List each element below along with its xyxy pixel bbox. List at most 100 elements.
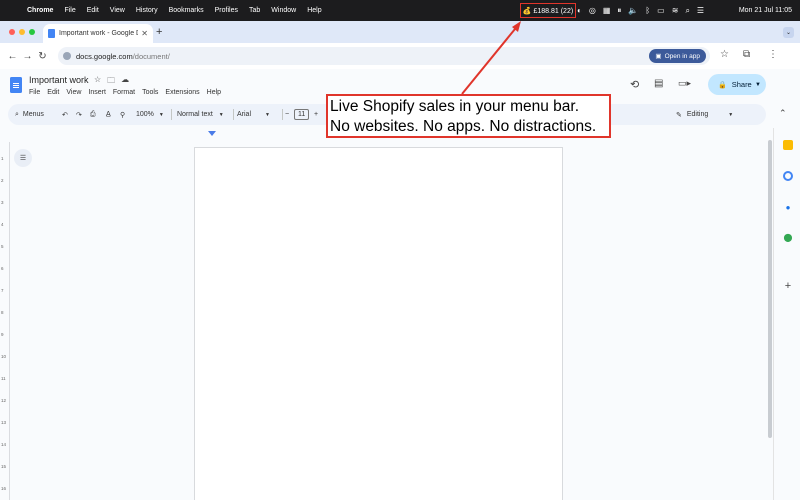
paint-format-icon[interactable]: ⚲ (120, 104, 125, 125)
indent-marker[interactable] (208, 131, 216, 136)
spellcheck-icon[interactable]: A̲ (106, 104, 111, 125)
url-path: /document/ (132, 51, 170, 61)
ruler-number: 4 (1, 222, 4, 227)
scrollbar-thumb[interactable] (768, 140, 772, 438)
editing-mode-select[interactable]: ✎ Editing ▼ (676, 104, 733, 125)
shopify-sales-widget[interactable]: 💰 £188.81 (22) (520, 3, 576, 18)
docs-menu-help[interactable]: Help (207, 89, 221, 96)
move-folder-icon[interactable]: 🗀 (107, 75, 115, 89)
ruler-number: 13 (1, 420, 7, 425)
menu-help[interactable]: Help (307, 7, 321, 14)
increase-font-size-button[interactable]: + (314, 104, 318, 125)
docs-menu-file[interactable]: File (29, 89, 40, 96)
open-in-app-button[interactable]: ▣ Open in app (649, 49, 706, 63)
menu-edit[interactable]: Edit (87, 7, 99, 14)
menu-app-name[interactable]: Chrome (27, 7, 53, 14)
site-info-icon[interactable] (63, 52, 71, 60)
battery-icon[interactable]: ▭ (657, 6, 665, 15)
new-tab-button[interactable]: + (156, 26, 162, 38)
ruler-number: 2 (1, 178, 4, 183)
bluetooth-icon[interactable]: ᛒ (645, 6, 650, 15)
chevron-down-icon: ▼ (218, 111, 224, 118)
pause-icon[interactable]: ⏸ (617, 6, 621, 16)
tasks-icon[interactable] (783, 171, 793, 181)
menu-bookmarks[interactable]: Bookmarks (169, 7, 204, 14)
docs-menu-insert[interactable]: Insert (88, 89, 106, 96)
docs-logo-icon[interactable] (10, 77, 22, 93)
font-select[interactable]: Arial ▼ (237, 104, 270, 125)
document-outline-icon[interactable]: ☰ (14, 149, 32, 167)
collapse-menus-icon[interactable]: ⌃ (779, 108, 787, 119)
browser-tab[interactable]: Important work - Google Docs ✕ (43, 24, 153, 43)
document-title[interactable]: Important work (29, 75, 89, 85)
reload-icon[interactable]: ↻ (35, 51, 50, 62)
wifi-icon[interactable]: ≋ (672, 6, 679, 15)
zoom-window-button[interactable] (29, 29, 35, 35)
share-dropdown-icon[interactable]: ▼ (755, 82, 761, 88)
font-size-field[interactable]: 11 (294, 104, 310, 125)
menu-file[interactable]: File (64, 7, 75, 14)
print-icon[interactable]: ⎙ (90, 104, 96, 125)
paragraph-style-select[interactable]: Normal text ▼ (177, 104, 224, 125)
extensions-icon[interactable]: ⧉ (743, 49, 750, 60)
omnibox[interactable]: docs.google.com /document/ ▣ Open in app (58, 47, 710, 65)
contacts-icon[interactable]: ● (783, 202, 793, 212)
back-icon[interactable]: ← (5, 51, 20, 62)
ruler-number: 5 (1, 244, 4, 249)
lock-icon: 🔒 (718, 81, 727, 89)
docs-menu-tools[interactable]: Tools (142, 89, 158, 96)
redo-icon[interactable]: ↷ (76, 104, 82, 125)
app-icon: ▣ (655, 53, 662, 60)
meet-video-icon[interactable]: ▭▸ (678, 78, 691, 89)
menu-tab[interactable]: Tab (249, 7, 260, 14)
sales-widget-text: 💰 £188.81 (22) (522, 7, 574, 15)
cloud-saved-icon[interactable]: ☁ (121, 75, 129, 89)
maps-icon[interactable]: ⬤ (783, 232, 793, 242)
target-icon[interactable]: ◎ (589, 6, 596, 15)
ruler-number: 9 (1, 332, 4, 337)
menu-view[interactable]: View (110, 7, 125, 14)
toolbar-divider (233, 109, 234, 120)
add-ons-plus-icon[interactable]: + (783, 280, 793, 292)
comments-icon[interactable]: ▤ (654, 78, 663, 89)
browser-menu-icon[interactable]: ⋮ (768, 49, 778, 60)
menus-search-button[interactable]: ⌕ Menus (15, 104, 44, 125)
docs-menu-view[interactable]: View (66, 89, 81, 96)
forward-icon[interactable]: → (20, 51, 35, 62)
menu-profiles[interactable]: Profiles (215, 7, 238, 14)
version-history-icon[interactable]: ⟲ (630, 78, 639, 91)
keep-icon[interactable] (783, 140, 793, 150)
ruler-number: 3 (1, 200, 4, 205)
menu-clock[interactable]: Mon 21 Jul 11:05 (739, 0, 792, 21)
menu-window[interactable]: Window (271, 7, 296, 14)
menu-history[interactable]: History (136, 7, 158, 14)
decrease-font-size-button[interactable]: − (285, 104, 289, 125)
undo-icon[interactable]: ↶ (62, 104, 68, 125)
open-in-app-label: Open in app (664, 52, 700, 60)
zoom-select[interactable]: 100% ▼ (136, 104, 164, 125)
control-center-icon[interactable]: ☰ (697, 6, 704, 15)
document-page[interactable] (194, 147, 563, 500)
toolbar-divider (282, 109, 283, 120)
style-value: Normal text (177, 111, 213, 118)
ruler-number: 1 (1, 156, 4, 161)
ruler-number: 12 (1, 398, 7, 403)
close-tab-icon[interactable]: ✕ (141, 29, 148, 38)
share-button[interactable]: 🔒 Share ▼ (708, 74, 766, 95)
minimize-window-button[interactable] (19, 29, 25, 35)
chevron-down-icon: ▼ (728, 111, 734, 118)
bookmark-star-icon[interactable]: ☆ (720, 49, 729, 60)
tab-search-button[interactable]: ⌄ (783, 27, 794, 38)
search-icon: ⌕ (15, 110, 19, 118)
spotlight-search-icon[interactable]: ⌕ (685, 6, 689, 16)
docs-menu-format[interactable]: Format (113, 89, 135, 96)
docs-menu-extensions[interactable]: Extensions (165, 89, 199, 96)
ruler-number: 6 (1, 266, 4, 271)
volume-icon[interactable]: 🔈 (628, 6, 638, 15)
grid-icon[interactable]: ▦ (603, 6, 611, 15)
close-window-button[interactable] (9, 29, 15, 35)
vertical-ruler[interactable]: 1 2 3 4 5 6 7 8 9 10 11 12 13 14 15 16 (0, 142, 10, 500)
docs-menu-edit[interactable]: Edit (47, 89, 59, 96)
star-icon[interactable]: ☆ (94, 75, 101, 89)
half-circle-icon[interactable]: ◐ (577, 6, 582, 15)
